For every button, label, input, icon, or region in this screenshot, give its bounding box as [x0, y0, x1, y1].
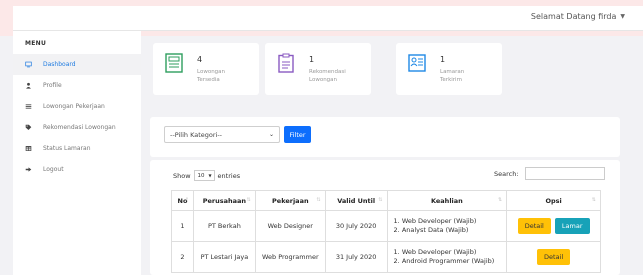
search-label: Search: [494, 170, 519, 178]
column-header-perusahaan[interactable]: Perusahaan ⇅ [192, 190, 256, 211]
column-header-valid-until[interactable]: Valid Until ⇅ [324, 190, 388, 211]
stat-card-lowongan[interactable]: 4 Lowongan Tersedia [153, 43, 259, 95]
menu-title: MENU [25, 40, 47, 47]
sort-icon: ⇅ [246, 197, 251, 203]
detail-button[interactable]: Detail [517, 218, 551, 234]
column-header-pekerjaan[interactable]: Pekerjaan ⇅ [254, 190, 326, 211]
chevron-down-icon: ⌄ [268, 131, 274, 138]
sidebar: MENU Dashboard Profile Lowongan Pekerjaa… [13, 31, 141, 275]
cell-no: 2 [171, 241, 194, 273]
clipboard-icon [277, 53, 295, 73]
cell-opsi: Detail [506, 241, 601, 273]
cell-pekerjaan: Web Designer [254, 210, 326, 242]
column-header-keahlian[interactable]: Keahlian ⇅ [386, 190, 508, 211]
cell-pekerjaan: Web Programmer [254, 241, 326, 273]
sidebar-item-rekomendasi[interactable]: Rekomendasi Lowongan [13, 117, 141, 138]
sort-icon: ↑ [184, 197, 189, 203]
chevron-down-icon: ▼ [208, 173, 212, 178]
cell-valid-until: 31 July 2020 [324, 241, 388, 273]
sidebar-item-label: Profile [43, 82, 62, 89]
jobs-table-panel: Show 10 ▼ entries Search: No ↑ Perusahaan… [150, 160, 620, 275]
sort-icon: ⇅ [498, 197, 503, 203]
filter-button[interactable]: Filter [284, 126, 311, 143]
entries-value: 10 [197, 172, 205, 179]
sort-icon: ⇅ [316, 197, 321, 203]
table-row: 1 PT Berkah Web Designer 30 July 2020 1.… [171, 210, 601, 242]
card-count: 1 [440, 55, 446, 64]
greeting-text: Selamat Datang firda [530, 12, 617, 21]
caret-down-icon: ▼ [620, 13, 625, 20]
cell-keahlian: 1. Web Developer (Wajib) 2. Analyst Data… [386, 210, 508, 242]
column-header-no[interactable]: No ↑ [171, 190, 194, 211]
category-select-value: --Pilih Kategori-- [170, 130, 223, 139]
jobs-table: No ↑ Perusahaan ⇅ Pekerjaan ⇅ Valid Until ⇅ … [171, 190, 601, 273]
sidebar-item-label: Rekomendasi Lowongan [43, 124, 116, 131]
sidebar-item-label: Status Lamaran [43, 145, 91, 152]
stat-card-rekomendasi[interactable]: 1 Rekomendasi Lowongan [265, 43, 371, 95]
sidebar-item-label: Dashboard [43, 61, 76, 68]
logout-icon [13, 166, 43, 173]
table-header-row: No ↑ Perusahaan ⇅ Pekerjaan ⇅ Valid Until ⇅ … [171, 190, 601, 211]
category-select[interactable]: --Pilih Kategori-- ⌄ [164, 126, 280, 143]
column-header-opsi[interactable]: Opsi ⇅ [506, 190, 601, 211]
sidebar-item-status-lamaran[interactable]: Status Lamaran [13, 138, 141, 159]
search-input[interactable] [525, 167, 605, 180]
card-label: Lamaran Terkirim [440, 69, 465, 83]
sidebar-item-label: Logout [43, 166, 64, 173]
user-menu[interactable]: Selamat Datang firda ▼ [531, 12, 625, 21]
sidebar-item-dashboard[interactable]: Dashboard [13, 54, 141, 75]
stat-card-lamaran[interactable]: 1 Lamaran Terkirim [396, 43, 502, 95]
table-icon [13, 145, 43, 152]
cell-no: 1 [171, 210, 194, 242]
card-label: Lowongan Tersedia [197, 69, 226, 83]
sidebar-item-profile[interactable]: Profile [13, 75, 141, 96]
card-count: 1 [309, 55, 315, 64]
sidebar-item-label: Lowongan Pekerjaan [43, 103, 105, 110]
list-icon [13, 103, 43, 110]
sort-icon: ⇅ [378, 197, 383, 203]
monitor-icon [13, 61, 43, 68]
resume-icon [408, 53, 426, 73]
entries-select[interactable]: 10 ▼ [193, 170, 215, 181]
show-label: Show [173, 171, 191, 180]
cell-opsi: Detail Lamar [506, 210, 601, 242]
apply-button[interactable]: Lamar [554, 218, 590, 234]
sidebar-item-lowongan[interactable]: Lowongan Pekerjaan [13, 96, 141, 117]
sort-icon: ⇅ [591, 197, 596, 203]
detail-button[interactable]: Detail [537, 249, 571, 265]
cell-perusahaan: PT Berkah [192, 210, 256, 242]
table-row: 2 PT Lestari Jaya Web Programmer 31 July… [171, 241, 601, 273]
cell-valid-until: 30 July 2020 [324, 210, 388, 242]
filter-panel: --Pilih Kategori-- ⌄ Filter [150, 117, 620, 157]
card-count: 4 [197, 55, 203, 64]
top-header: Selamat Datang firda ▼ [13, 6, 643, 31]
show-entries: Show 10 ▼ entries [173, 170, 240, 181]
user-icon [13, 82, 43, 89]
cell-keahlian: 1. Web Developer (Wajib) 2. Android Prog… [386, 241, 508, 273]
tag-icon [13, 124, 43, 131]
sidebar-item-logout[interactable]: Logout [13, 159, 141, 180]
entries-label: entries [217, 171, 241, 180]
newspaper-icon [165, 53, 183, 73]
cell-perusahaan: PT Lestari Jaya [192, 241, 256, 273]
card-label: Rekomendasi Lowongan [309, 69, 346, 83]
